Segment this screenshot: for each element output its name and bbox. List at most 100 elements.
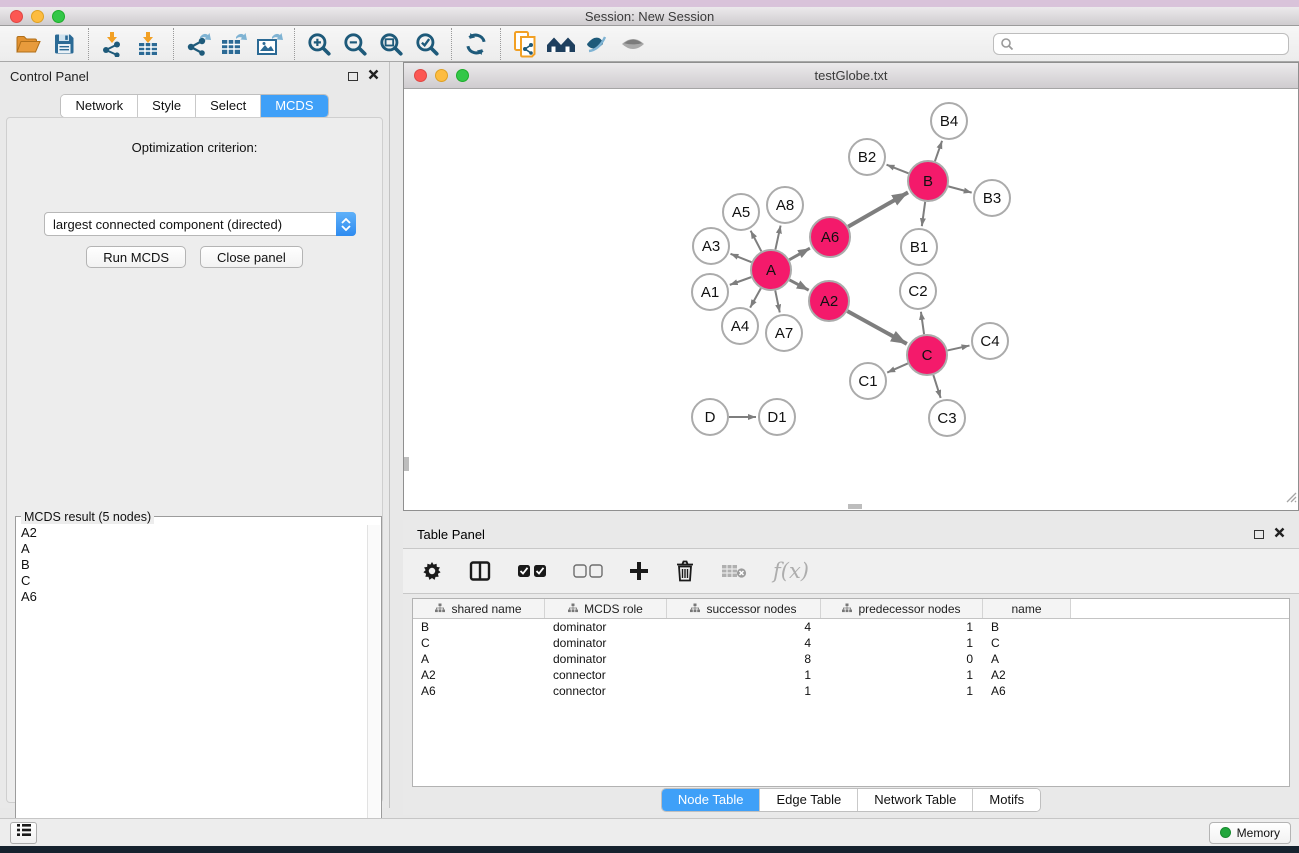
edge-B-B1[interactable] (922, 202, 925, 226)
edge-A-A1[interactable] (730, 277, 751, 285)
edge-C-C4[interactable] (947, 346, 969, 351)
task-history-button[interactable] (10, 822, 37, 844)
duplicate-network-icon[interactable] (507, 29, 543, 59)
canvas-hscroll-thumb[interactable] (848, 504, 862, 509)
table-row[interactable]: Adominator80A (413, 651, 1289, 667)
hide-eye-icon[interactable] (579, 29, 615, 59)
tab-mcds[interactable]: MCDS (261, 95, 327, 117)
table-cell[interactable]: C (983, 635, 1071, 651)
delete-column-icon[interactable] (675, 560, 695, 582)
tab-node-table[interactable]: Node Table (662, 789, 761, 811)
mcds-result-item[interactable]: C (18, 573, 366, 589)
tab-select[interactable]: Select (196, 95, 261, 117)
gear-icon[interactable] (421, 560, 443, 582)
table-cell[interactable]: A (413, 651, 545, 667)
zoom-out-icon[interactable] (337, 29, 373, 59)
minimize-window-button[interactable] (435, 69, 448, 82)
table-cell[interactable]: A2 (983, 667, 1071, 683)
close-panel-button[interactable]: Close panel (200, 246, 303, 268)
table-cell[interactable]: 1 (821, 635, 983, 651)
refresh-icon[interactable] (458, 29, 494, 59)
resize-grip-icon[interactable] (1283, 489, 1297, 508)
table-cell[interactable]: connector (545, 683, 667, 699)
table-cell[interactable]: 8 (667, 651, 821, 667)
network-canvas[interactable]: B4B2BB3A5A8A6A3B1AA1C2A2A4A7CC4C1C3DD1 (404, 89, 1298, 509)
memory-button[interactable]: Memory (1209, 822, 1291, 844)
close-panel-icon[interactable] (1274, 525, 1285, 543)
column-header-successor-nodes[interactable]: successor nodes (667, 599, 821, 618)
table-cell[interactable]: dominator (545, 635, 667, 651)
column-header-shared-name[interactable]: shared name (413, 599, 545, 618)
table-row[interactable]: A6connector11A6 (413, 683, 1289, 699)
show-eye-icon[interactable] (615, 29, 651, 59)
tab-network-table[interactable]: Network Table (858, 789, 973, 811)
export-table-icon[interactable] (216, 29, 252, 59)
edge-B-B4[interactable] (935, 141, 942, 161)
edge-A-A4[interactable] (750, 288, 761, 307)
tab-style[interactable]: Style (138, 95, 196, 117)
table-cell[interactable]: A (983, 651, 1071, 667)
table-cell[interactable]: 1 (821, 619, 983, 635)
result-scrollbar[interactable] (367, 525, 380, 849)
table-row[interactable]: Cdominator41C (413, 635, 1289, 651)
import-table-icon[interactable] (131, 29, 167, 59)
zoom-in-icon[interactable] (301, 29, 337, 59)
table-cell[interactable]: A6 (983, 683, 1071, 699)
table-cell[interactable]: 1 (821, 683, 983, 699)
table-cell[interactable]: B (983, 619, 1071, 635)
table-cell[interactable]: 1 (667, 683, 821, 699)
zoom-window-button[interactable] (456, 69, 469, 82)
column-header-predecessor-nodes[interactable]: predecessor nodes (821, 599, 983, 618)
deselect-all-icon[interactable] (573, 564, 603, 578)
edge-A-A6[interactable] (789, 248, 810, 260)
table-cell[interactable]: 4 (667, 619, 821, 635)
run-mcds-button[interactable]: Run MCDS (86, 246, 186, 268)
table-cell[interactable]: 0 (821, 651, 983, 667)
edge-B-B2[interactable] (887, 165, 909, 174)
canvas-vscroll-thumb[interactable] (404, 457, 409, 471)
edge-C-C2[interactable] (921, 312, 924, 334)
export-image-icon[interactable] (252, 29, 288, 59)
network-window-titlebar[interactable]: testGlobe.txt (404, 63, 1298, 89)
select-all-icon[interactable] (517, 564, 547, 578)
edge-A2-C[interactable] (847, 311, 906, 344)
table-cell[interactable]: B (413, 619, 545, 635)
table-cell[interactable]: 1 (667, 667, 821, 683)
minimize-window-button[interactable] (31, 10, 44, 23)
export-network-icon[interactable] (180, 29, 216, 59)
edge-A-A2[interactable] (790, 280, 809, 290)
close-window-button[interactable] (414, 69, 427, 82)
edge-A-A3[interactable] (730, 254, 751, 262)
table-cell[interactable]: connector (545, 667, 667, 683)
open-folder-icon[interactable] (10, 29, 46, 59)
save-icon[interactable] (46, 29, 82, 59)
node-table[interactable]: shared nameMCDS rolesuccessor nodesprede… (412, 598, 1290, 787)
import-network-icon[interactable] (95, 29, 131, 59)
table-cell[interactable]: A6 (413, 683, 545, 699)
mcds-result-item[interactable]: A (18, 541, 366, 557)
table-cell[interactable]: 4 (667, 635, 821, 651)
zoom-window-button[interactable] (52, 10, 65, 23)
edge-C-C3[interactable] (933, 375, 940, 398)
home-icon[interactable] (543, 29, 579, 59)
float-panel-icon[interactable] (348, 72, 358, 81)
close-panel-icon[interactable] (368, 67, 379, 85)
table-cell[interactable]: dominator (545, 619, 667, 635)
edge-A-A7[interactable] (775, 291, 780, 313)
edge-A-A8[interactable] (775, 226, 780, 250)
split-column-icon[interactable] (469, 561, 491, 581)
edge-C-C1[interactable] (887, 363, 908, 372)
edge-A-A5[interactable] (751, 231, 762, 252)
tab-edge-table[interactable]: Edge Table (760, 789, 858, 811)
close-window-button[interactable] (10, 10, 23, 23)
tab-motifs[interactable]: Motifs (973, 789, 1040, 811)
column-header-name[interactable]: name (983, 599, 1071, 618)
table-cell[interactable]: 1 (821, 667, 983, 683)
zoom-selected-icon[interactable] (409, 29, 445, 59)
mcds-result-item[interactable]: A2 (18, 525, 366, 541)
mcds-result-item[interactable]: B (18, 557, 366, 573)
search-input[interactable] (993, 33, 1289, 55)
tab-network[interactable]: Network (61, 95, 138, 117)
table-cell[interactable]: dominator (545, 651, 667, 667)
table-row[interactable]: A2connector11A2 (413, 667, 1289, 683)
